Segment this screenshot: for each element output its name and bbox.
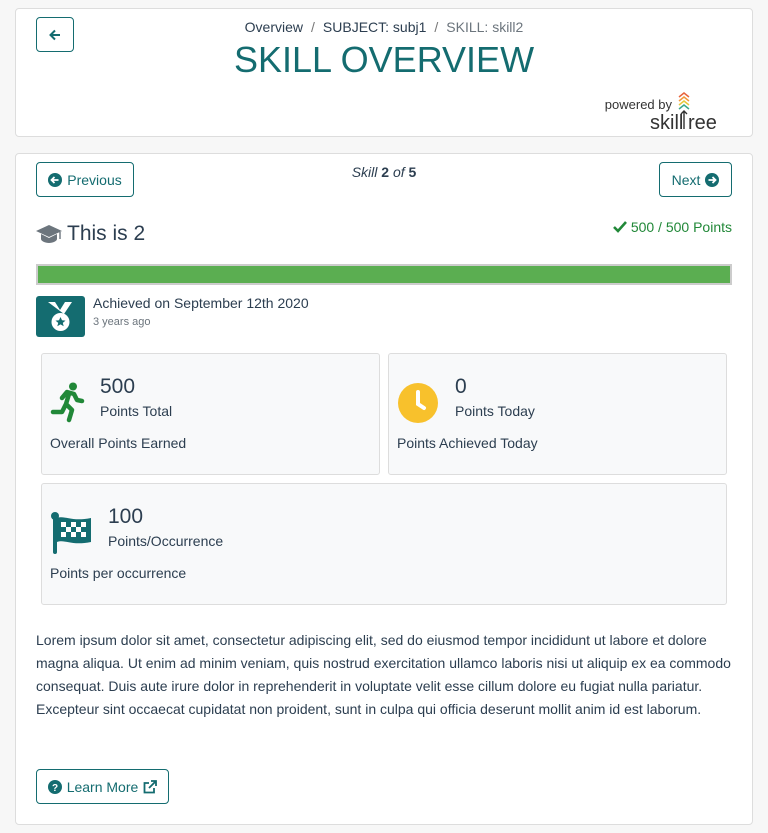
stat-value: 500 xyxy=(100,375,136,398)
stat-label: Points Total xyxy=(100,403,173,419)
skill-name: This is 2 xyxy=(67,222,146,245)
breadcrumb-overview[interactable]: Overview xyxy=(245,19,303,35)
stat-description: Overall Points Earned xyxy=(50,435,187,451)
breadcrumb-subject[interactable]: SUBJECT: subj1 xyxy=(323,19,426,35)
achieved-ago: 3 years ago xyxy=(93,316,151,328)
header-card: Overview / SUBJECT: subj1/SKILL: skill2 SK… xyxy=(15,8,753,137)
progress-fill xyxy=(38,266,730,283)
achieved-date: Achieved on September 12th 2020 xyxy=(93,295,309,311)
skill-points: 500 / 500 Points xyxy=(612,219,732,235)
check-icon xyxy=(612,221,627,233)
next-button[interactable]: Next xyxy=(659,162,732,197)
svg-text:skill: skill xyxy=(650,112,683,131)
skill-description: Lorem ipsum dolor sit amet, consectetur … xyxy=(36,632,731,717)
skill-title: This is 2 xyxy=(36,222,145,246)
question-circle-icon: ? xyxy=(47,779,62,794)
page-title: SKILL OVERVIEW xyxy=(233,39,535,80)
stat-label: Points Today xyxy=(455,403,535,419)
stat-value: 0 xyxy=(455,375,467,398)
stat-card-points-occurrence: 100 Points/Occurrence Points per occurre… xyxy=(41,483,727,605)
arrow-circle-right-icon xyxy=(705,172,720,187)
medal-badge xyxy=(36,296,85,337)
stat-label: Points/Occurrence xyxy=(108,533,224,549)
external-link-icon xyxy=(143,779,158,793)
stat-description: Points per occurrence xyxy=(50,565,187,581)
svg-text:?: ? xyxy=(52,783,58,794)
clock-icon xyxy=(398,383,438,423)
running-person-icon xyxy=(50,382,85,423)
learn-more-button[interactable]: ? Learn More xyxy=(36,769,169,804)
breadcrumb-skill: SKILL: skill2 xyxy=(446,19,524,35)
graduation-cap-icon xyxy=(36,225,62,243)
breadcrumb: Overview / SUBJECT: subj1/SKILL: skill2 xyxy=(244,19,524,35)
medal-icon xyxy=(48,302,72,331)
stat-value: 100 xyxy=(108,505,144,528)
skilltree-logo: skill ree xyxy=(648,91,720,136)
skill-position: Skill 2 of 5 xyxy=(351,164,417,180)
checkered-flag-icon xyxy=(51,512,91,554)
learn-more-label: Learn More xyxy=(66,778,139,795)
stat-card-points-total: 500 Points Total Overall Points Earned xyxy=(41,353,380,475)
next-label: Next xyxy=(671,171,701,188)
points-label: 500 / 500 Points xyxy=(630,219,732,235)
stat-description: Points Achieved Today xyxy=(397,435,538,451)
svg-text:ree: ree xyxy=(688,112,717,131)
progress-bar xyxy=(36,264,732,285)
stat-card-points-today: 0 Points Today Points Achieved Today xyxy=(388,353,727,475)
skill-card: Previous Skill 2 of 5 Next This is 2 500… xyxy=(15,153,753,825)
